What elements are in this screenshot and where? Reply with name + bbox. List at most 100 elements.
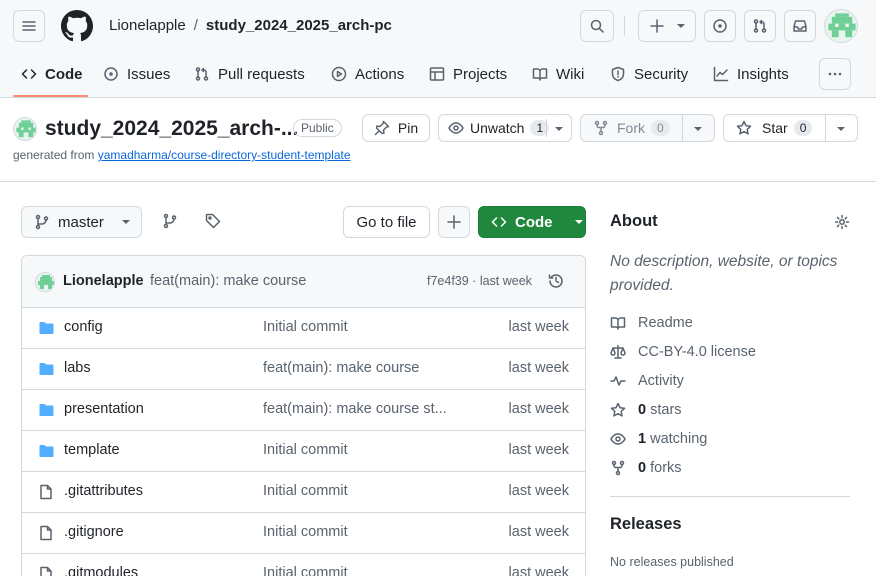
file-row[interactable]: .gitmodules Initial commit last week [22,554,585,576]
repo-header: Lionelapple / study_2024_2025_arch-pc Co… [0,0,876,98]
file-commit-message[interactable]: feat(main): make course st... [263,401,453,417]
tab-insights[interactable]: Insights [713,56,789,92]
tags-button[interactable] [205,213,221,229]
tab-projects[interactable]: Projects [429,56,507,92]
plus-icon [447,215,461,229]
file-icon [40,484,52,500]
triangle-down-icon[interactable] [837,126,845,132]
watching-link[interactable]: 1 watching [610,431,707,447]
add-file-button[interactable] [438,206,470,238]
tab-pull-requests-label: Pull requests [218,65,305,83]
repo-title[interactable]: study_2024_2025_arch-... [45,117,298,141]
branch-selector[interactable]: master [21,206,142,238]
section-divider [0,181,876,182]
file-name[interactable]: .gitignore [64,524,124,540]
shield-icon [611,66,625,82]
file-row[interactable]: labs feat(main): make course last week [22,349,585,390]
branches-button[interactable] [162,213,178,229]
commit-author[interactable]: Lionelapple [63,273,144,289]
triangle-down-icon [121,220,130,224]
create-new-button[interactable] [638,10,696,42]
file-name[interactable]: .gitattributes [64,483,143,499]
search-button[interactable] [580,10,614,42]
more-tabs-button[interactable] [819,58,851,90]
repo-link[interactable]: study_2024_2025_arch-pc [206,17,392,34]
commit-hash-time[interactable]: f7e4f39 · last week [427,274,532,288]
file-name[interactable]: config [64,319,103,335]
file-time: last week [508,319,569,335]
code-button-label: Code [515,213,553,231]
history-button[interactable] [548,273,564,289]
file-type-icon [38,566,54,576]
commit-author-avatar[interactable] [35,272,55,292]
book-icon [532,68,548,81]
tab-issues[interactable]: Issues [103,56,170,92]
github-mark-icon [61,10,93,42]
tab-wiki-label: Wiki [556,65,585,83]
file-type-icon [38,361,55,377]
tab-actions[interactable]: Actions [331,56,404,92]
owner-link[interactable]: Lionelapple [109,17,186,34]
inbox-button[interactable] [784,10,816,42]
go-to-file-button[interactable]: Go to file [343,206,430,238]
fork-button[interactable]: Fork 0 [580,114,715,142]
book-icon [610,317,626,330]
stars-link[interactable]: 0 stars [610,402,682,418]
owner-avatar[interactable] [13,117,37,141]
readme-label: Readme [638,315,693,331]
issues-button[interactable] [704,10,736,42]
file-row[interactable]: .gitignore Initial commit last week [22,513,585,554]
file-commit-message[interactable]: Initial commit [263,319,453,335]
file-row[interactable]: template Initial commit last week [22,431,585,472]
file-type-icon [38,484,54,500]
file-name[interactable]: .gitmodules [64,565,138,576]
plus-icon [650,19,664,33]
star-label: Star [762,120,788,136]
history-icon [548,274,563,288]
triangle-down-icon[interactable] [555,126,563,132]
releases-empty: No releases published [610,555,734,569]
pin-button[interactable]: Pin [362,114,430,142]
file-type-icon [38,320,55,336]
forks-link[interactable]: 0 forks [610,460,682,476]
gear-icon [834,214,850,230]
pull-requests-button[interactable] [744,10,776,42]
license-link[interactable]: CC-BY-4.0 license [610,344,756,360]
star-button[interactable]: Star 0 [723,114,858,142]
releases-heading[interactable]: Releases [610,515,682,534]
code-dropdown-button[interactable]: Code [478,206,586,238]
github-logo[interactable] [61,10,93,42]
tab-wiki[interactable]: Wiki [532,56,584,92]
file-name[interactable]: presentation [64,401,144,417]
stars-label: stars [650,402,682,418]
readme-link[interactable]: Readme [610,315,693,331]
folder-icon [39,445,54,457]
file-commit-message[interactable]: Initial commit [263,483,453,499]
user-avatar[interactable] [824,9,858,43]
file-time: last week [508,442,569,458]
template-link[interactable]: yamadharma/course-directory-student-temp… [98,148,351,162]
file-row[interactable]: .gitattributes Initial commit last week [22,472,585,513]
unwatch-button[interactable]: Unwatch 1 [438,114,572,142]
file-name[interactable]: template [64,442,120,458]
file-row[interactable]: config Initial commit last week [22,308,585,349]
tab-pull-requests[interactable]: Pull requests [194,56,305,92]
pin-icon [374,120,390,136]
activity-link[interactable]: Activity [610,373,684,389]
button-split [546,119,547,137]
file-commit-message[interactable]: Initial commit [263,565,453,576]
about-settings-button[interactable] [834,214,850,230]
file-row[interactable]: presentation feat(main): make course st..… [22,390,585,431]
folder-icon [39,404,54,416]
file-commit-message[interactable]: Initial commit [263,442,453,458]
tab-code[interactable]: Code [21,56,83,92]
commit-message[interactable]: feat(main): make course [150,273,306,289]
file-commit-message[interactable]: Initial commit [263,524,453,540]
unwatch-label: Unwatch [470,120,525,136]
tab-security[interactable]: Security [610,56,688,92]
menu-button[interactable] [13,10,45,42]
triangle-down-icon[interactable] [694,126,702,132]
file-name[interactable]: labs [64,360,91,376]
tab-code-label: Code [45,65,83,83]
file-commit-message[interactable]: feat(main): make course [263,360,453,376]
